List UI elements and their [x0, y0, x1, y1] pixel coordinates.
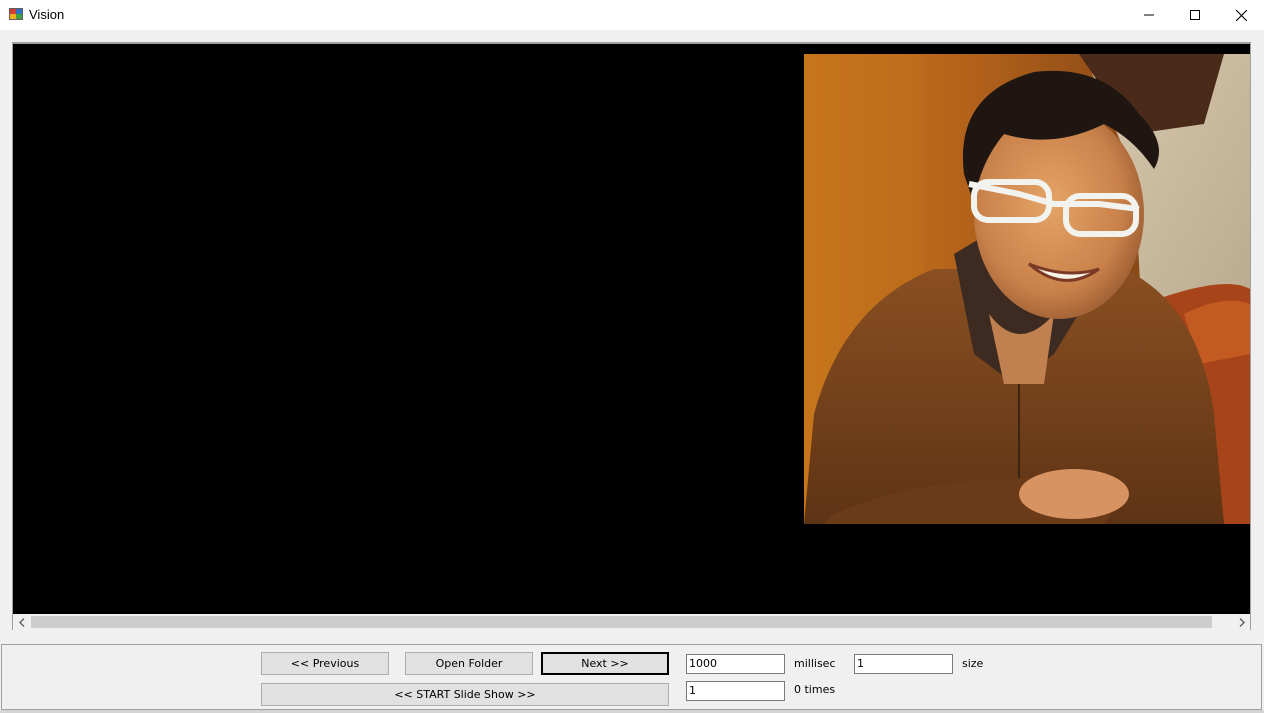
maximize-button[interactable] — [1172, 0, 1218, 30]
horizontal-scrollbar[interactable] — [13, 614, 1250, 630]
image-viewer — [12, 42, 1251, 630]
control-panel: << Previous Open Folder Next >> << START… — [1, 644, 1262, 710]
interval-input[interactable]: 1000 — [686, 654, 785, 674]
title-bar: Vision — [0, 0, 1264, 30]
next-button[interactable]: Next >> — [541, 652, 669, 675]
chevron-left-icon — [18, 617, 24, 627]
minimize-icon — [1144, 14, 1154, 16]
start-slideshow-button[interactable]: << START Slide Show >> — [261, 683, 669, 706]
previous-button[interactable]: << Previous — [261, 652, 389, 675]
scroll-right-button[interactable] — [1233, 614, 1250, 630]
open-folder-button[interactable]: Open Folder — [405, 652, 533, 675]
chevron-right-icon — [1239, 617, 1245, 627]
scrollbar-thumb[interactable] — [31, 616, 1212, 628]
close-button[interactable] — [1218, 0, 1264, 30]
maximize-icon — [1190, 10, 1200, 20]
portrait-photo — [804, 54, 1250, 524]
scroll-left-button[interactable] — [13, 614, 30, 630]
window-title: Vision — [29, 7, 65, 22]
interval-unit-label: millisec — [794, 657, 836, 670]
times-input[interactable]: 1 — [686, 681, 785, 701]
close-icon — [1235, 9, 1247, 21]
image-canvas — [13, 44, 1250, 614]
times-label: 0 times — [794, 683, 836, 696]
app-window-icon — [9, 7, 23, 21]
minimize-button[interactable] — [1126, 0, 1172, 30]
size-label: size — [962, 657, 984, 670]
size-input[interactable]: 1 — [854, 654, 953, 674]
